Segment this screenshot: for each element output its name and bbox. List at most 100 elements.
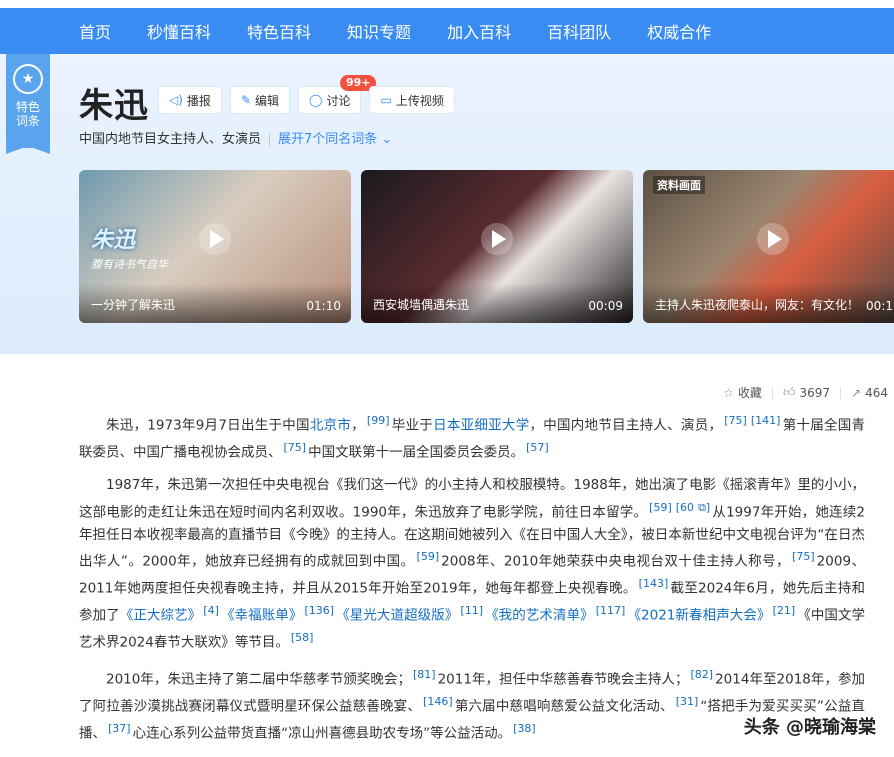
video-camera-icon: ▭ [380,93,392,107]
ribbon-tail [6,146,50,154]
citation[interactable]: [37] [108,722,131,735]
video-card[interactable]: 西安城墙偶遇朱迅 00:09 [361,170,633,323]
subtitle-divider [269,133,271,146]
page-title: 朱迅 [79,86,149,126]
video-caption: 一分钟了解朱迅 [91,298,176,312]
nav-topics[interactable]: 知识专题 [347,19,411,43]
video-card[interactable]: 资料画面 主持人朱迅夜爬泰山，网友：有文化！ 00:1 [643,170,894,323]
career-paragraph: 1987年，朱迅第一次担任中央电视台《我们这一代》的小主持人和校服模特。1988… [79,474,865,654]
summary-paragraph: 朱迅，1973年9月7日出生于中国北京市， [99] 毕业于日本亚细亚大学，中国内地… [79,410,865,464]
badge-icon: ★ [13,64,43,94]
watermark: 头条 @晓瑜海棠 [743,717,876,738]
link-wode-yishu-qingdan[interactable]: 《我的艺术清单》 [485,608,594,624]
video-duration: 01:10 [306,299,341,313]
share-count: 464 [865,385,888,400]
video-card[interactable]: 朱迅 腹有诗书气自华 一分钟了解朱迅 01:10 [79,170,351,323]
star-icon: ☆ [723,385,734,400]
collect-button[interactable]: ☆ 收藏 [723,384,762,401]
speaker-icon: ◁) [169,93,183,107]
video-caption: 主持人朱迅夜爬泰山，网友：有文化！ [655,298,860,312]
citation[interactable]: [117] [596,604,626,617]
video-caption: 西安城墙偶遇朱迅 [373,298,470,312]
entry-description: 中国内地节目女主持人、女演员 [79,132,262,147]
nav-join[interactable]: 加入百科 [447,19,511,43]
like-count: 3697 [799,385,831,400]
text: ，中国内地节目主持人、演员， [529,417,723,434]
link-xingguang-dadao[interactable]: 《星光大道超级版》 [336,608,458,624]
nav-home[interactable]: 首页 [79,19,111,43]
collect-label: 收藏 [737,386,762,400]
video-overlay-label: 资料画面 [653,176,705,194]
text: 心连心系列公益带货直播“凉山州喜德县助农专场”等公益活动。 [132,725,512,742]
nav-cooperation[interactable]: 权威合作 [647,19,711,43]
play-icon[interactable] [757,222,789,255]
citation[interactable]: [75] [792,550,815,563]
text: 2011年，担任中华慈善春节晚会主持人； [437,671,689,688]
entry-summary: 朱迅，1973年9月7日出生于中国北京市， [99] 毕业于日本亚细亚大学，中国内地… [79,410,865,755]
text: 朱迅，1973年9月7日出生于中国 [106,417,310,434]
stats-divider [771,386,773,399]
nav-team[interactable]: 百科团队 [547,19,611,43]
upload-video-label: 上传视频 [395,93,444,108]
main-navbar: 首页 秒懂百科 特色百科 知识专题 加入百科 百科团队 权威合作 [0,8,894,54]
text: 中国文联第十一届全国委员会委员。 [308,444,525,461]
citation[interactable]: [82] [690,668,713,681]
external-link-icon[interactable]: ⧉] [698,501,710,514]
citation[interactable]: [81] [413,668,436,681]
upload-video-button[interactable]: ▭ 上传视频 [369,86,455,114]
citation[interactable]: [99] [367,414,390,427]
share-button[interactable]: ↗ 464 [851,386,888,400]
entry-actions: ◁) 播报 ✎ 编辑 ◯ 讨论 99+ ▭ 上传视频 [158,75,455,114]
edit-button[interactable]: ✎ 编辑 [229,86,291,114]
link-zhengda-zongyi[interactable]: 《正大综艺》 [120,608,202,624]
link-xiangsheng-dahui[interactable]: 《2021新春相声大会》 [627,608,770,624]
citation[interactable]: [58] [291,631,314,644]
like-button[interactable]: 👍︎ 3697 [783,385,830,400]
video-overlay-name: 朱迅 [91,228,136,253]
share-icon: ↗ [851,385,862,400]
text: 2008年、2010年她荣获中央电视台双十佳主持人称号， [441,553,791,570]
video-carousel: 朱迅 腹有诗书气自华 一分钟了解朱迅 01:10 西安城墙偶遇朱迅 00:09 … [79,170,894,323]
entry-stats: ☆ 收藏 👍︎ 3697 ↗ 464 [723,384,888,401]
nav-miaodong[interactable]: 秒懂百科 [147,19,211,43]
citation[interactable]: [31] [676,695,699,708]
citation[interactable]: [141] [751,414,781,427]
citation[interactable]: [11] [460,604,483,617]
citation[interactable]: [75] [284,441,307,454]
top-strip [0,0,894,8]
play-icon[interactable] [199,222,231,255]
edit-label: 编辑 [255,93,280,108]
broadcast-label: 播报 [186,93,211,108]
stats-divider [840,386,842,399]
text: 第六届中慈唱响慈爱公益文化活动、 [454,698,674,715]
citation[interactable]: [4] [203,604,219,617]
same-name-entries-link[interactable]: 展开7个同名词条 [278,132,377,147]
citation[interactable]: [21] [773,604,796,617]
citation[interactable]: [60 [676,501,694,514]
citation[interactable]: [38] [513,722,536,735]
link-beijing[interactable]: 北京市 [310,418,351,434]
nav-featured[interactable]: 特色百科 [247,19,311,43]
featured-entry-ribbon[interactable]: ★ 特色词条 [6,54,50,148]
discuss-button[interactable]: ◯ 讨论 99+ [298,75,377,114]
thumbs-up-icon: 👍︎ [782,385,796,399]
chevron-down-icon[interactable]: ⌄ [377,132,392,147]
citation[interactable]: [143] [639,577,669,590]
citation[interactable]: [57] [526,441,549,454]
text: 毕业于 [391,417,434,434]
citation[interactable]: [136] [304,604,334,617]
citation[interactable]: [59] [417,550,440,563]
citation[interactable]: [59] [649,501,672,514]
citation[interactable]: [146] [423,695,453,708]
text: 2010年，朱迅主持了第二届中华慈孝节颁奖晚会； [106,671,411,688]
ribbon-label: 特色词条 [15,100,40,128]
chat-bubble-icon: ◯ [309,93,323,107]
discuss-label: 讨论 [326,93,351,108]
citation[interactable]: [75] [724,414,747,427]
play-icon[interactable] [481,222,513,255]
link-asia-university[interactable]: 日本亚细亚大学 [433,418,529,434]
video-duration: 00:09 [588,299,623,313]
link-xingfu-zhangdan[interactable]: 《幸福账单》 [221,608,303,624]
broadcast-button[interactable]: ◁) 播报 [158,86,222,114]
text: ， [351,417,365,434]
